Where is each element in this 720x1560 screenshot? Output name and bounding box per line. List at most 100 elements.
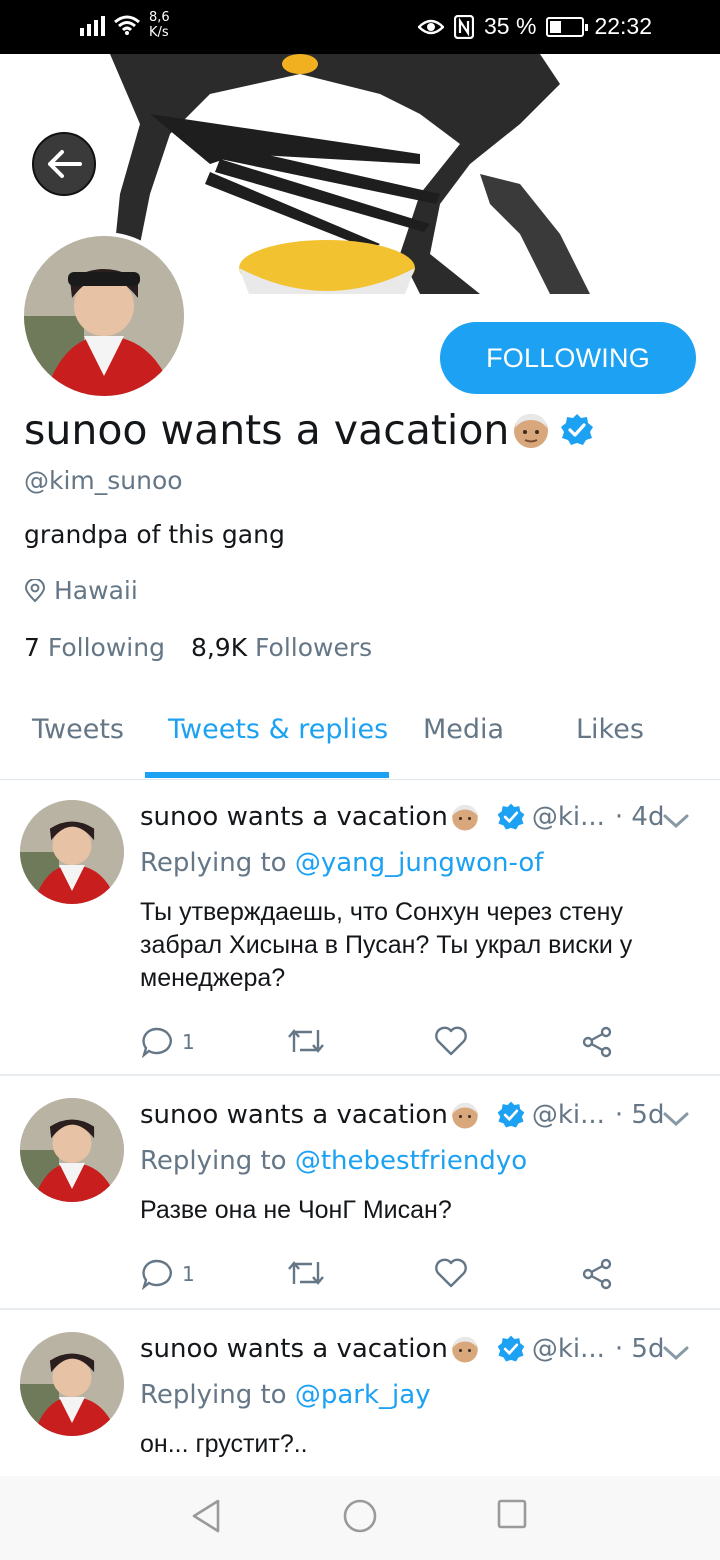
- replying-to: Replying to @park_jay: [140, 1380, 431, 1410]
- retweet-icon: [288, 1029, 324, 1053]
- profile-name-text: sunoo wants a vacation: [24, 406, 510, 454]
- following-count: 7: [24, 633, 40, 662]
- tweet-author-handle: @ki...: [531, 802, 605, 832]
- back-button[interactable]: [32, 132, 96, 196]
- tweet-text: Ты утверждаешь, что Сонхун через стену з…: [140, 898, 633, 992]
- arrow-left-icon: [48, 150, 82, 178]
- battery-icon: [546, 16, 589, 37]
- older-man-emoji-icon: [514, 414, 549, 448]
- followers-stat[interactable]: 8,9K Followers: [191, 633, 372, 662]
- reply-icon: [141, 1259, 172, 1290]
- tweet-text: он... грустит?..: [140, 1430, 308, 1458]
- share-button[interactable]: [580, 1026, 614, 1058]
- signal-icon: [80, 14, 105, 36]
- verified-badge-icon: [497, 1101, 525, 1128]
- chevron-down-icon[interactable]: [662, 812, 690, 830]
- tab-likes[interactable]: Likes: [576, 714, 644, 745]
- tab-tweets-replies[interactable]: Tweets & replies: [168, 714, 388, 745]
- share-icon: [582, 1026, 612, 1058]
- profile-name: sunoo wants a vacation: [24, 406, 595, 454]
- tweet-item[interactable]: sunoo wants a vacation @ki... · 5d Reply…: [0, 1078, 720, 1310]
- reply-icon: [141, 1027, 172, 1058]
- tweet-avatar[interactable]: [20, 1098, 124, 1202]
- wifi-icon: [114, 15, 140, 35]
- tweet-avatar[interactable]: [20, 800, 124, 904]
- tweet-author-name[interactable]: sunoo wants a vacation: [140, 1100, 448, 1130]
- replying-to: Replying to @thebestfriendyo: [140, 1146, 527, 1176]
- avatar-image: [20, 1332, 124, 1436]
- tweet-header: sunoo wants a vacation @ki... · 5d: [140, 1100, 664, 1130]
- retweet-button[interactable]: [286, 1026, 326, 1056]
- status-bar: 8,6 K/s 35 % 22:32: [0, 0, 720, 54]
- chevron-down-icon[interactable]: [662, 1110, 690, 1128]
- profile-avatar[interactable]: [20, 232, 188, 400]
- tweet-author-name[interactable]: sunoo wants a vacation: [140, 1334, 448, 1364]
- tweet-author-handle: @ki...: [531, 1334, 605, 1364]
- followers-label: Followers: [255, 633, 373, 662]
- reply-count: 1: [182, 1030, 195, 1054]
- avatar-image: [20, 800, 124, 904]
- reply-count: 1: [182, 1262, 195, 1286]
- tweet-item[interactable]: sunoo wants a vacation @ki... · 5d Reply…: [0, 1312, 720, 1476]
- verified-badge-icon: [497, 803, 525, 830]
- net-speed: 8,6 K/s: [149, 10, 170, 40]
- tweet-text: Разве она не ЧонГ Мисан?: [140, 1196, 452, 1224]
- system-nav-bar: [0, 1476, 720, 1560]
- status-left: 8,6 K/s: [80, 10, 170, 40]
- reply-mention-suffix[interactable]: -of: [509, 848, 544, 878]
- verified-badge-icon: [497, 1335, 525, 1362]
- share-button[interactable]: [580, 1258, 614, 1290]
- followers-count: 8,9K: [190, 633, 248, 662]
- avatar-image: [20, 1098, 124, 1202]
- tweet-actions: 1: [140, 1258, 640, 1298]
- tweet-header: sunoo wants a vacation @ki... · 5d: [140, 1334, 664, 1364]
- location-pin-icon: [24, 578, 46, 602]
- verified-badge-icon: [561, 414, 594, 445]
- older-man-emoji-icon: [452, 1103, 478, 1129]
- reply-mention-link[interactable]: @thebestfriendyo: [295, 1146, 527, 1176]
- reply-button[interactable]: 1: [140, 1026, 195, 1058]
- profile-location: Hawaii: [24, 576, 138, 605]
- reply-mention-link[interactable]: @park_jay: [295, 1380, 431, 1410]
- tweet-timestamp: · 4d: [614, 802, 665, 832]
- tab-media[interactable]: Media: [423, 714, 504, 745]
- heart-icon: [435, 1258, 467, 1288]
- following-stat[interactable]: 7 Following: [24, 633, 165, 662]
- replying-to: Replying to @yang_jungwon-of: [140, 848, 543, 878]
- tweet-timestamp: · 5d: [614, 1100, 665, 1130]
- avatar-image: [24, 236, 184, 396]
- profile-tabs: Tweets Tweets & replies Media Likes: [0, 700, 720, 780]
- nav-recents-icon[interactable]: [496, 1498, 528, 1530]
- retweet-icon: [288, 1261, 324, 1285]
- profile-bio: grandpa of this gang: [24, 520, 285, 549]
- profile-stats: 7 Following 8,9K Followers: [24, 633, 372, 662]
- replying-to-label: Replying to: [140, 1146, 287, 1176]
- eye-icon: [418, 19, 444, 34]
- share-icon: [582, 1258, 612, 1290]
- location-text: Hawaii: [54, 576, 138, 605]
- profile-handle: @kim_sunoo: [24, 466, 183, 495]
- heart-icon: [435, 1026, 467, 1056]
- tweet-author-handle: @ki...: [531, 1100, 605, 1130]
- tweet-header: sunoo wants a vacation @ki... · 4d: [140, 802, 664, 832]
- nfc-icon: [454, 14, 474, 39]
- active-tab-indicator: [145, 772, 389, 778]
- reply-mention-link[interactable]: @yang_jungwon: [295, 848, 509, 878]
- nav-back-icon[interactable]: [190, 1498, 222, 1534]
- tweet-actions: 1: [140, 1026, 640, 1066]
- tweet-timestamp: · 5d: [614, 1334, 665, 1364]
- like-button[interactable]: [434, 1258, 468, 1288]
- reply-button[interactable]: 1: [140, 1258, 195, 1290]
- tweet-item[interactable]: sunoo wants a vacation @ki... · 4d Reply…: [0, 780, 720, 1076]
- retweet-button[interactable]: [286, 1258, 326, 1288]
- like-button[interactable]: [434, 1026, 468, 1056]
- chevron-down-icon[interactable]: [662, 1344, 690, 1362]
- replying-to-label: Replying to: [140, 848, 287, 878]
- following-label: Following: [47, 633, 165, 662]
- older-man-emoji-icon: [452, 805, 478, 831]
- tab-tweets[interactable]: Tweets: [32, 714, 124, 745]
- following-button[interactable]: FOLLOWING: [440, 322, 696, 394]
- nav-home-icon[interactable]: [342, 1498, 378, 1534]
- tweet-author-name[interactable]: sunoo wants a vacation: [140, 802, 448, 832]
- tweet-avatar[interactable]: [20, 1332, 124, 1436]
